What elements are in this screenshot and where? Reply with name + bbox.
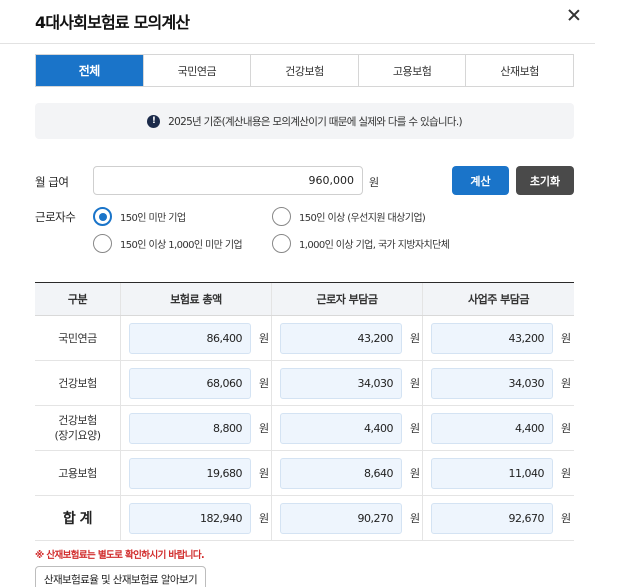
salary-label: 월 급여 <box>35 175 69 189</box>
tab-health-insurance[interactable]: 건강보험 <box>250 55 358 86</box>
unit-label: 원 <box>410 512 420 525</box>
unit-label: 원 <box>410 377 420 390</box>
radio-label: 150인 이상 (우선지원 대상기업) <box>299 213 426 224</box>
radio-over-1000[interactable]: 1,000인 이상 기업, 국가 지방자치단체 <box>272 234 450 253</box>
radio-unchecked-icon <box>272 234 291 253</box>
employer-cell: 4,400 원 <box>423 406 574 450</box>
total-amount: 8,800 <box>129 412 251 444</box>
radio-label: 1,000인 이상 기업, 국가 지방자치단체 <box>299 240 450 251</box>
total-cell: 68,060 원 <box>121 361 272 405</box>
row-label: 고용보험 <box>35 451 121 495</box>
premium-table: 구분 보험료 총액 근로자 부담금 사업주 부담금 국민연금 86,400 원 4… <box>35 282 574 541</box>
tab-bar: 전체 국민연금 건강보험 고용보험 산재보험 <box>35 54 574 87</box>
unit-label: 원 <box>561 332 571 345</box>
total-amount: 19,680 <box>129 457 251 489</box>
unit-label: 원 <box>561 422 571 435</box>
unit-label: 원 <box>410 332 420 345</box>
row-label: 국민연금 <box>35 316 121 360</box>
total-cell: 8,800 원 <box>121 406 272 450</box>
employer-amount: 4,400 <box>431 412 553 444</box>
unit-label: 원 <box>259 422 269 435</box>
total-amount: 86,400 <box>129 322 251 354</box>
table-total-row: 합 계 182,940 원 90,270 원 92,670 원 <box>35 496 574 541</box>
dialog-title: 4대사회보험료 모의계산 <box>35 13 190 32</box>
employer-amount: 34,030 <box>431 367 553 399</box>
column-header-category: 구분 <box>35 283 121 315</box>
worker-amount: 90,270 <box>280 502 402 534</box>
worker-cell: 34,030 원 <box>272 361 423 405</box>
total-cell: 19,680 원 <box>121 451 272 495</box>
radio-label: 150인 이상 1,000인 미만 기업 <box>120 240 243 251</box>
unit-label: 원 <box>259 467 269 480</box>
radio-150-to-1000[interactable]: 150인 이상 1,000인 미만 기업 <box>93 234 243 253</box>
industrial-accident-info-button[interactable]: 산재보험료율 및 산재보험료 알아보기 <box>35 566 206 587</box>
worker-amount: 4,400 <box>280 412 402 444</box>
total-amount: 182,940 <box>129 502 251 534</box>
unit-label: 원 <box>259 377 269 390</box>
reset-button[interactable]: 초기화 <box>516 166 574 195</box>
row-label: 건강보험 (장기요양) <box>35 406 121 450</box>
unit-label: 원 <box>259 332 269 345</box>
notice-text: 2025년 기준(계산내용은 모의계산이기 때문에 실제와 다를 수 있습니다.… <box>168 115 462 128</box>
tab-all[interactable]: 전체 <box>36 55 143 86</box>
column-header-employer: 사업주 부담금 <box>467 293 530 306</box>
warning-text: ※ 산재보험료는 별도로 확인하시기 바랍니다. <box>35 550 205 561</box>
worker-cell: 43,200 원 <box>272 316 423 360</box>
total-row-label: 합 계 <box>35 496 121 540</box>
workers-label: 근로자수 <box>35 210 76 224</box>
employer-cell: 92,670 원 <box>423 496 574 540</box>
radio-under-150[interactable]: 150인 미만 기업 <box>93 207 186 226</box>
worker-cell: 90,270 원 <box>272 496 423 540</box>
employer-cell: 11,040 원 <box>423 451 574 495</box>
dialog-header: 4대사회보험료 모의계산 <box>0 0 595 44</box>
unit-label: 원 <box>410 422 420 435</box>
salary-unit: 원 <box>369 176 380 189</box>
unit-label: 원 <box>410 467 420 480</box>
worker-amount: 8,640 <box>280 457 402 489</box>
row-label: 건강보험 <box>35 361 121 405</box>
employer-amount: 11,040 <box>431 457 553 489</box>
unit-label: 원 <box>561 467 571 480</box>
total-cell: 182,940 원 <box>121 496 272 540</box>
tab-industrial-accident[interactable]: 산재보험 <box>465 55 573 86</box>
unit-label: 원 <box>259 512 269 525</box>
radio-label: 150인 미만 기업 <box>120 213 186 224</box>
column-header-worker: 근로자 부담금 <box>272 283 423 315</box>
table-row: 건강보험 (장기요양) 8,800 원 4,400 원 4,400 원 <box>35 406 574 451</box>
radio-unchecked-icon <box>272 207 291 226</box>
radio-unchecked-icon <box>93 234 112 253</box>
employer-amount: 43,200 <box>431 322 553 354</box>
tab-national-pension[interactable]: 국민연금 <box>142 55 251 86</box>
table-row: 국민연금 86,400 원 43,200 원 43,200 원 <box>35 316 574 361</box>
column-header-total: 보험료 총액 <box>121 283 272 315</box>
employer-amount: 92,670 <box>431 502 553 534</box>
tab-employment-insurance[interactable]: 고용보험 <box>357 55 466 86</box>
worker-cell: 8,640 원 <box>272 451 423 495</box>
table-row: 고용보험 19,680 원 8,640 원 11,040 원 <box>35 451 574 496</box>
employer-cell: 34,030 원 <box>423 361 574 405</box>
worker-amount: 34,030 <box>280 367 402 399</box>
table-header-row: 구분 보험료 총액 근로자 부담금 사업주 부담금 <box>35 283 574 316</box>
total-cell: 86,400 원 <box>121 316 272 360</box>
salary-input[interactable] <box>93 166 363 195</box>
unit-label: 원 <box>561 512 571 525</box>
notice-banner: ! 2025년 기준(계산내용은 모의계산이기 때문에 실제와 다를 수 있습니… <box>35 103 574 139</box>
unit-label: 원 <box>561 377 571 390</box>
total-amount: 68,060 <box>129 367 251 399</box>
table-row: 건강보험 68,060 원 34,030 원 34,030 원 <box>35 361 574 406</box>
radio-150-priority[interactable]: 150인 이상 (우선지원 대상기업) <box>272 207 426 226</box>
radio-checked-icon <box>93 207 112 226</box>
exclamation-icon: ! <box>147 114 161 128</box>
employer-cell: 43,200 원 <box>423 316 574 360</box>
worker-cell: 4,400 원 <box>272 406 423 450</box>
calculate-button[interactable]: 계산 <box>452 166 509 195</box>
close-icon[interactable] <box>564 6 584 26</box>
worker-amount: 43,200 <box>280 322 402 354</box>
